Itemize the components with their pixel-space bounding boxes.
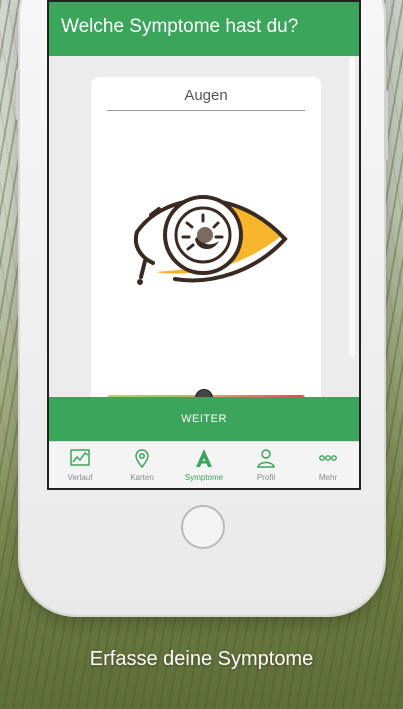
tab-bar: Verlauf Karten Symptome Profil Mehr bbox=[49, 441, 359, 488]
side-button-right bbox=[384, 90, 388, 160]
tab-label-profil: Profil bbox=[256, 473, 276, 482]
chart-icon bbox=[70, 449, 90, 466]
page-title: Welche Symptome hast du? bbox=[61, 16, 299, 37]
profile-icon bbox=[257, 449, 275, 468]
caption-text: Erfasse deine Symptome bbox=[89, 648, 314, 670]
app-screen: Welche Symptome hast du? Augen WEITER Ve… bbox=[47, 0, 361, 490]
eye-illustration bbox=[133, 195, 288, 285]
tab-verlauf[interactable]: Verlauf bbox=[49, 442, 111, 488]
side-button-left bbox=[16, 70, 20, 120]
tab-label-symptome: Symptome bbox=[184, 473, 224, 482]
home-button[interactable] bbox=[181, 505, 225, 549]
symptom-label: Augen bbox=[184, 87, 228, 104]
phone-frame: Welche Symptome hast du? Augen WEITER Ve… bbox=[16, 0, 388, 615]
tab-label-verlauf: Verlauf bbox=[67, 473, 93, 482]
tab-label-mehr: Mehr bbox=[318, 473, 338, 482]
tab-symptome[interactable]: Symptome bbox=[173, 442, 235, 488]
continue-button[interactable]: WEITER bbox=[49, 397, 359, 441]
symptom-card: Augen bbox=[91, 77, 321, 412]
map-pin-icon bbox=[135, 449, 149, 468]
label-underline bbox=[107, 110, 305, 111]
tab-profil[interactable]: Profil bbox=[235, 442, 297, 488]
app-header: Welche Symptome hast du? bbox=[49, 2, 359, 56]
scrollbar[interactable] bbox=[349, 57, 355, 357]
tab-mehr[interactable]: Mehr bbox=[297, 442, 359, 488]
more-dots-icon bbox=[319, 455, 337, 461]
tab-label-karten: Karten bbox=[130, 473, 154, 482]
symptom-a-icon bbox=[196, 449, 212, 467]
tab-karten[interactable]: Karten bbox=[111, 442, 173, 488]
